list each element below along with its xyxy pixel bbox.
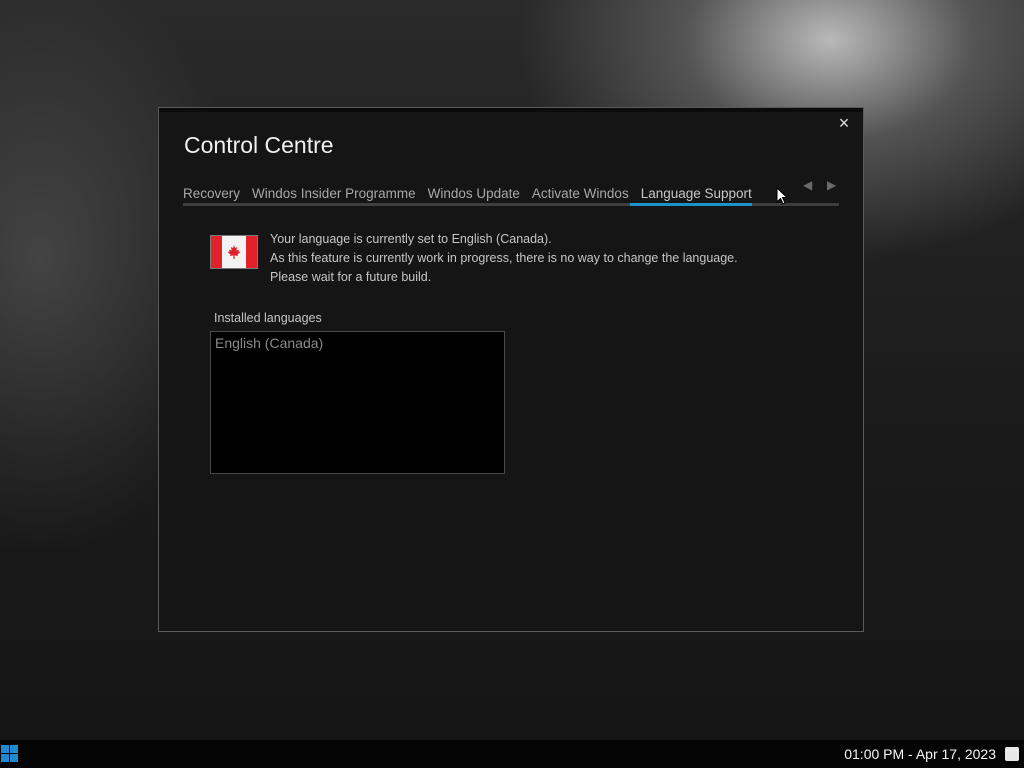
tab-prev-icon[interactable]: ◀ bbox=[803, 178, 817, 192]
start-menu-icon[interactable] bbox=[1, 745, 19, 763]
active-tab-indicator bbox=[630, 203, 752, 206]
installed-languages-label: Installed languages bbox=[214, 311, 322, 325]
language-message: Your language is currently set to Englis… bbox=[270, 230, 738, 287]
window-top-bar bbox=[159, 108, 863, 112]
close-button[interactable]: × bbox=[835, 114, 853, 132]
control-centre-window: × Control Centre Recovery Windos Insider… bbox=[158, 107, 864, 632]
installed-languages-list[interactable]: English (Canada) bbox=[210, 331, 505, 474]
language-message-line: Please wait for a future build. bbox=[270, 270, 432, 284]
canada-flag-icon bbox=[210, 235, 258, 269]
taskbar-clock[interactable]: 01:00 PM - Apr 17, 2023 bbox=[844, 745, 996, 763]
mouse-cursor-icon bbox=[776, 187, 788, 205]
taskbar: 01:00 PM - Apr 17, 2023 bbox=[0, 740, 1024, 768]
tab-next-icon[interactable]: ▶ bbox=[827, 178, 841, 192]
tab-recovery[interactable]: Recovery bbox=[183, 186, 246, 202]
language-info: Your language is currently set to Englis… bbox=[210, 230, 738, 287]
tab-activate-windos[interactable]: Activate Windos bbox=[532, 186, 635, 202]
language-message-line: As this feature is currently work in pro… bbox=[270, 251, 738, 265]
list-item[interactable]: English (Canada) bbox=[211, 332, 504, 354]
language-message-line: Your language is currently set to Englis… bbox=[270, 232, 552, 246]
tab-windos-insider-programme[interactable]: Windos Insider Programme bbox=[252, 186, 422, 202]
window-title: Control Centre bbox=[184, 132, 334, 158]
tab-windos-update[interactable]: Windos Update bbox=[428, 186, 526, 202]
tab-language-support[interactable]: Language Support bbox=[641, 186, 758, 202]
tab-navigation: ◀ ▶ bbox=[803, 178, 841, 192]
user-icon[interactable] bbox=[1005, 747, 1019, 761]
